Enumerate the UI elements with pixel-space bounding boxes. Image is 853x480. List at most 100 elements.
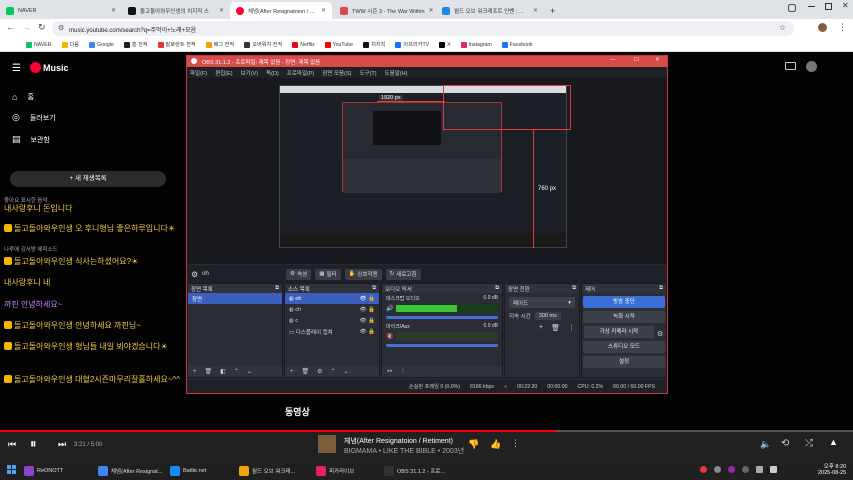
add-icon[interactable]: + (290, 369, 294, 375)
forward-icon[interactable]: → (22, 22, 31, 32)
site-info-icon[interactable]: ⚙ (58, 24, 64, 32)
youtube-music-logo-text[interactable]: Music (43, 63, 69, 73)
repeat-icon[interactable]: ⟲ (781, 438, 789, 449)
dislike-icon[interactable]: 👎 (468, 439, 479, 450)
scene-item[interactable]: 장면 (188, 293, 282, 304)
bookmark-item[interactable]: 다음 (61, 41, 79, 48)
trash-icon[interactable]: 🗑 (302, 368, 310, 375)
profile-avatar[interactable] (818, 23, 827, 32)
close-tab-icon[interactable]: ✕ (429, 7, 434, 14)
source-item[interactable]: ◍ ch 👁 🔒 (285, 304, 379, 315)
pause-icon[interactable]: ⏸ (30, 436, 37, 452)
obs-menu-item[interactable]: 독(D) (266, 69, 279, 77)
obs-minimize-icon[interactable]: — (610, 57, 616, 63)
taskbar-app[interactable]: 피카라이브 (316, 464, 354, 477)
eye-icon[interactable]: 👁 (360, 296, 367, 302)
browser-menu-icon[interactable]: ⋮ (838, 22, 847, 33)
url-bar[interactable]: ⚙ music.youtube.com/search?q=주먹이+노래+모음 ☆ (52, 21, 794, 36)
bookmark-item[interactable]: Netflix (292, 41, 315, 48)
lock-icon[interactable]: 🔒 (368, 318, 375, 324)
windows-start-icon[interactable] (7, 465, 16, 474)
source-item[interactable]: ▭ 디스플레이 캡쳐 👁 🔒 (285, 326, 379, 337)
lock-icon[interactable]: 🔒 (368, 307, 375, 313)
gear-icon[interactable]: ⚙ (317, 368, 322, 375)
bookmark-star-icon[interactable]: ☆ (779, 23, 786, 32)
add-icon[interactable]: + (539, 324, 543, 332)
tab-inven[interactable]: 월드 오브 워크래프트 인벤 : ... ✕ (436, 2, 544, 19)
close-window-icon[interactable]: ✕ (842, 1, 849, 10)
tab-naver[interactable]: NAVER ✕ (0, 2, 122, 19)
bookmark-item[interactable]: Instagram (460, 41, 492, 48)
obs-menu-item[interactable]: 파일(F) (190, 69, 207, 77)
lock-icon[interactable]: 🔒 (368, 296, 375, 302)
volume-slider[interactable] (386, 316, 498, 319)
bookmark-item[interactable]: YouTube (324, 41, 353, 48)
bookmark-item[interactable]: 아프리카TV (395, 41, 429, 48)
back-icon[interactable]: ← (6, 22, 15, 32)
eye-icon[interactable]: 👁 (360, 318, 367, 324)
duration-input[interactable]: 300 ms (534, 312, 561, 320)
bookmark-item[interactable]: 치지직 (363, 41, 385, 48)
taskbar-app[interactable]: Battle.net (170, 464, 206, 477)
taskbar-app[interactable]: 체념(After Resignat... (98, 464, 162, 477)
album-art[interactable] (318, 435, 336, 453)
obs-menu-item[interactable]: 장면 모음(S) (322, 69, 351, 77)
filters-button[interactable]: ▦ 필터 (315, 268, 341, 280)
obs-menu-item[interactable]: 편집(E) (215, 69, 232, 77)
more-icon[interactable]: ⋮ (400, 368, 406, 375)
dock-float-icon[interactable]: ⧉ (495, 285, 499, 292)
tray-app-icon[interactable] (700, 466, 707, 473)
move-up-icon[interactable]: ⌃ (234, 368, 239, 375)
tab-search-icon[interactable] (788, 4, 796, 12)
filter-icon[interactable]: ◧ (220, 368, 226, 375)
bookmark-item[interactable]: NAVER (26, 41, 52, 48)
source-gear-icon[interactable]: ⚙ (191, 270, 198, 279)
move-up-icon[interactable]: ⌃ (331, 368, 336, 375)
bookmark-item[interactable]: 홍 전적 (123, 41, 148, 48)
source-item[interactable]: ◍ oh 👁 🔒 (285, 293, 379, 304)
volume-slider[interactable] (386, 344, 498, 347)
nav-library[interactable]: ▤ 보관함 (12, 134, 50, 145)
start-recording-button[interactable]: 녹화 시작 (583, 311, 665, 323)
new-tab-button[interactable]: + (544, 2, 558, 19)
dock-float-icon[interactable]: ⧉ (572, 285, 576, 292)
taskbar-app[interactable]: 월드 오브 워크래... (239, 464, 295, 477)
volume-icon[interactable]: 🔈 (760, 439, 771, 450)
close-tab-icon[interactable]: ✕ (219, 7, 224, 14)
bookmark-item[interactable]: 발로란트 전적 (157, 41, 196, 48)
lock-icon[interactable]: 🔒 (368, 329, 375, 335)
bookmark-item[interactable]: 오버워치 전적 (244, 41, 282, 48)
taskbar-app[interactable]: OBS 31.1.2 - 프로... (384, 464, 445, 477)
like-icon[interactable]: 👍 (490, 439, 501, 450)
studio-mode-button[interactable]: 스튜디오 모드 (583, 341, 665, 353)
obs-preview-canvas[interactable]: 1920 px 760 px (187, 78, 667, 264)
transition-select[interactable]: 페이드 ▾ (509, 297, 575, 308)
new-playlist-button[interactable]: + 새 재생목록 (10, 171, 166, 187)
move-down-icon[interactable]: ⌄ (344, 368, 349, 375)
wifi-icon[interactable] (756, 466, 763, 473)
track-subtitle[interactable]: BIGMAMA • LIKE THE BIBLE • 2003년 (344, 446, 464, 456)
track-title[interactable]: 체념(After Resignatoion / Retiment) (344, 436, 453, 446)
close-tab-icon[interactable]: ✕ (321, 7, 326, 14)
shuffle-icon[interactable]: ⤮ (805, 438, 813, 449)
link-icon[interactable]: ⚯ (387, 368, 392, 375)
more-options-icon[interactable]: ⋮ (511, 438, 520, 449)
speaker-icon[interactable]: 🔊 (386, 305, 393, 312)
close-tab-icon[interactable]: ✕ (533, 7, 538, 14)
bookmark-item[interactable]: 배그 전적 (205, 41, 234, 48)
cast-icon[interactable] (785, 62, 796, 70)
tab-youtube-music[interactable]: 체념(After Resignatoion / ... ✕ (230, 2, 332, 19)
bookmark-item[interactable]: Facebook (501, 41, 532, 48)
expand-player-icon[interactable]: ▲ (829, 437, 838, 447)
obs-menu-item[interactable]: 도움말(H) (385, 69, 408, 77)
refresh-button[interactable]: ↻ 새로고침 (385, 268, 421, 280)
move-down-icon[interactable]: ⌄ (247, 368, 252, 375)
obs-maximize-icon[interactable]: ☐ (634, 57, 639, 63)
add-icon[interactable]: + (193, 369, 197, 375)
obs-menu-item[interactable]: 프로파일(P) (287, 69, 315, 77)
youtube-music-logo-icon[interactable] (30, 62, 41, 73)
tab-tww[interactable]: TWW 시즌 3 - The War Within ✕ (334, 2, 434, 19)
previous-track-icon[interactable]: ⏮ (8, 439, 16, 450)
tray-app-icon[interactable] (742, 466, 749, 473)
tray-app-icon[interactable] (714, 466, 721, 473)
